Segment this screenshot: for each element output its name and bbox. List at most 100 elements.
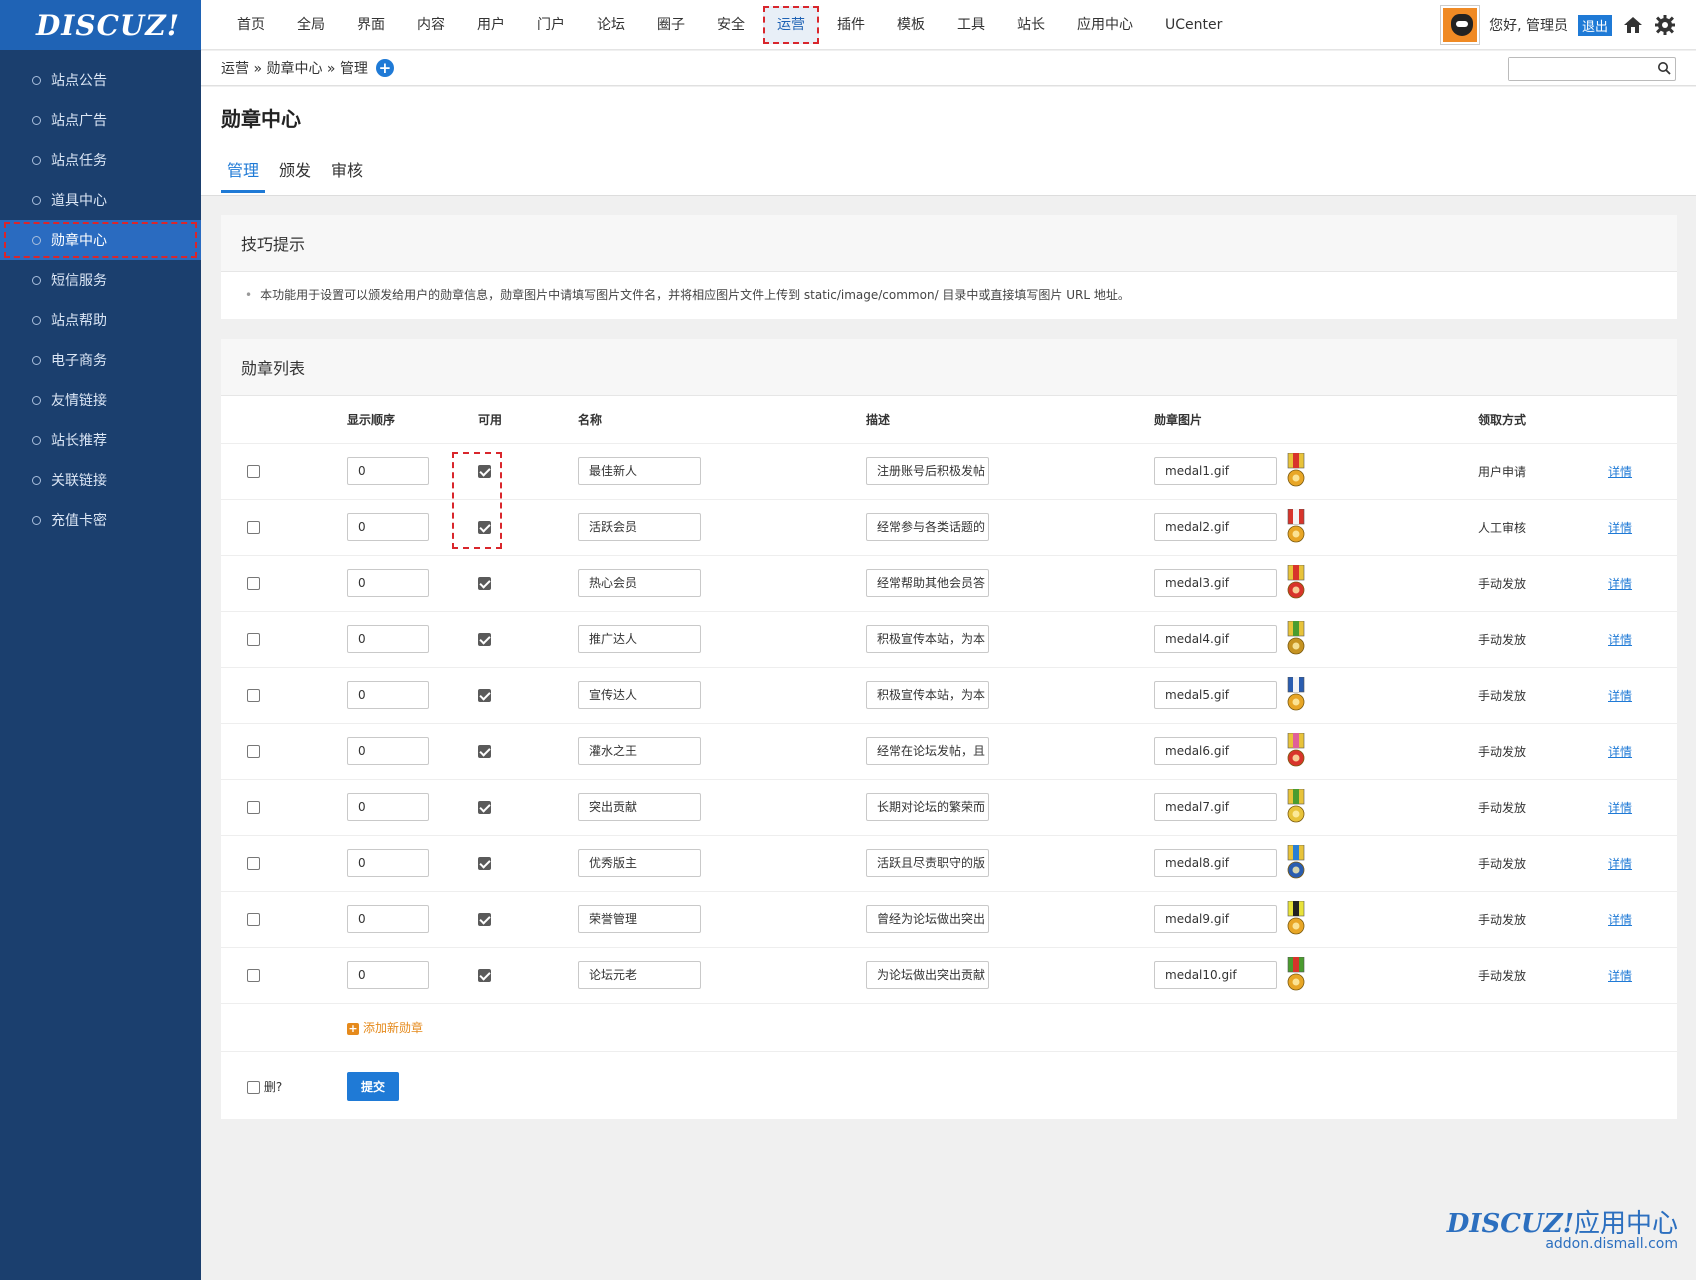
top-nav-item-4[interactable]: 用户 [461,0,521,50]
display-order-input[interactable]: 0 [347,457,429,485]
detail-link[interactable]: 详情 [1608,801,1632,815]
top-nav-item-5[interactable]: 门户 [521,0,581,50]
logout-button[interactable]: 退出 [1577,14,1612,36]
sidebar-item-6[interactable]: 站点帮助 [0,300,201,340]
top-nav-item-14[interactable]: 应用中心 [1061,0,1149,50]
row-select-checkbox[interactable] [247,577,260,590]
display-order-input[interactable]: 0 [347,737,429,765]
top-nav-item-15[interactable]: UCenter [1149,0,1238,50]
tab-2[interactable]: 审核 [325,153,369,193]
available-checkbox[interactable] [478,801,491,814]
logo[interactable]: DISCUZ! [0,0,201,50]
medal-name-input[interactable]: 活跃会员 [578,513,701,541]
delete-all-checkbox[interactable] [247,1080,260,1094]
top-nav-item-7[interactable]: 圈子 [641,0,701,50]
breadcrumb-item-2[interactable]: 管理 [340,61,368,77]
medal-description-input[interactable]: 积极宣传本站，为本 [866,625,989,653]
medal-name-input[interactable]: 热心会员 [578,569,701,597]
detail-link[interactable]: 详情 [1608,857,1632,871]
available-checkbox[interactable] [478,465,491,478]
medal-description-input[interactable]: 注册账号后积极发帖 [866,457,989,485]
row-select-checkbox[interactable] [247,745,260,758]
sidebar-item-10[interactable]: 关联链接 [0,460,201,500]
add-medal-link[interactable]: + 添加新勋章 [347,1021,423,1035]
medal-name-input[interactable]: 论坛元老 [578,961,701,989]
sidebar-item-7[interactable]: 电子商务 [0,340,201,380]
sidebar-item-8[interactable]: 友情链接 [0,380,201,420]
row-select-checkbox[interactable] [247,913,260,926]
display-order-input[interactable]: 0 [347,961,429,989]
sidebar-item-5[interactable]: 短信服务 [0,260,201,300]
display-order-input[interactable]: 0 [347,625,429,653]
top-nav-item-9[interactable]: 运营 [761,0,821,50]
breadcrumb-item-1[interactable]: 勋章中心 [266,61,322,77]
top-nav-item-2[interactable]: 界面 [341,0,401,50]
search-icon[interactable] [1657,61,1671,79]
sidebar-item-11[interactable]: 充值卡密 [0,500,201,540]
medal-name-input[interactable]: 突出贡献 [578,793,701,821]
detail-link[interactable]: 详情 [1608,745,1632,759]
medal-image-input[interactable]: medal1.gif [1154,457,1277,485]
detail-link[interactable]: 详情 [1608,577,1632,591]
medal-description-input[interactable]: 经常帮助其他会员答 [866,569,989,597]
available-checkbox[interactable] [478,577,491,590]
row-select-checkbox[interactable] [247,969,260,982]
top-nav-item-11[interactable]: 模板 [881,0,941,50]
medal-description-input[interactable]: 长期对论坛的繁荣而 [866,793,989,821]
display-order-input[interactable]: 0 [347,513,429,541]
medal-name-input[interactable]: 优秀版主 [578,849,701,877]
detail-link[interactable]: 详情 [1608,969,1632,983]
display-order-input[interactable]: 0 [347,905,429,933]
row-select-checkbox[interactable] [247,521,260,534]
detail-link[interactable]: 详情 [1608,689,1632,703]
detail-link[interactable]: 详情 [1608,633,1632,647]
top-nav-item-8[interactable]: 安全 [701,0,761,50]
medal-name-input[interactable]: 宣传达人 [578,681,701,709]
medal-name-input[interactable]: 灌水之王 [578,737,701,765]
available-checkbox[interactable] [478,969,491,982]
sidebar-item-4[interactable]: 勋章中心 [0,220,201,260]
home-icon[interactable] [1622,14,1644,36]
top-nav-item-12[interactable]: 工具 [941,0,1001,50]
available-checkbox[interactable] [478,857,491,870]
row-select-checkbox[interactable] [247,857,260,870]
breadcrumb-item-0[interactable]: 运营 [221,61,249,77]
medal-name-input[interactable]: 最佳新人 [578,457,701,485]
display-order-input[interactable]: 0 [347,569,429,597]
sidebar-item-2[interactable]: 站点任务 [0,140,201,180]
search-box[interactable] [1508,57,1676,81]
medal-image-input[interactable]: medal9.gif [1154,905,1277,933]
medal-description-input[interactable]: 积极宣传本站，为本 [866,681,989,709]
sidebar-item-0[interactable]: 站点公告 [0,60,201,100]
medal-description-input[interactable]: 经常在论坛发帖，且 [866,737,989,765]
top-nav-item-13[interactable]: 站长 [1001,0,1061,50]
top-nav-item-0[interactable]: 首页 [221,0,281,50]
available-checkbox[interactable] [478,633,491,646]
medal-image-input[interactable]: medal10.gif [1154,961,1277,989]
sidebar-item-3[interactable]: 道具中心 [0,180,201,220]
search-input[interactable] [1509,58,1649,80]
available-checkbox[interactable] [478,913,491,926]
display-order-input[interactable]: 0 [347,849,429,877]
tab-0[interactable]: 管理 [221,153,266,193]
medal-image-input[interactable]: medal7.gif [1154,793,1277,821]
gear-icon[interactable] [1654,14,1676,36]
top-nav-item-6[interactable]: 论坛 [581,0,641,50]
detail-link[interactable]: 详情 [1608,913,1632,927]
sidebar-item-1[interactable]: 站点广告 [0,100,201,140]
medal-name-input[interactable]: 荣誉管理 [578,905,701,933]
row-select-checkbox[interactable] [247,633,260,646]
top-nav-item-10[interactable]: 插件 [821,0,881,50]
add-shortcut-icon[interactable]: + [375,59,394,77]
detail-link[interactable]: 详情 [1608,521,1632,535]
available-checkbox[interactable] [478,745,491,758]
medal-description-input[interactable]: 曾经为论坛做出突出 [866,905,989,933]
medal-image-input[interactable]: medal3.gif [1154,569,1277,597]
medal-image-input[interactable]: medal8.gif [1154,849,1277,877]
medal-image-input[interactable]: medal6.gif [1154,737,1277,765]
available-checkbox[interactable] [478,689,491,702]
medal-description-input[interactable]: 为论坛做出突出贡献 [866,961,989,989]
display-order-input[interactable]: 0 [347,793,429,821]
row-select-checkbox[interactable] [247,801,260,814]
medal-image-input[interactable]: medal5.gif [1154,681,1277,709]
